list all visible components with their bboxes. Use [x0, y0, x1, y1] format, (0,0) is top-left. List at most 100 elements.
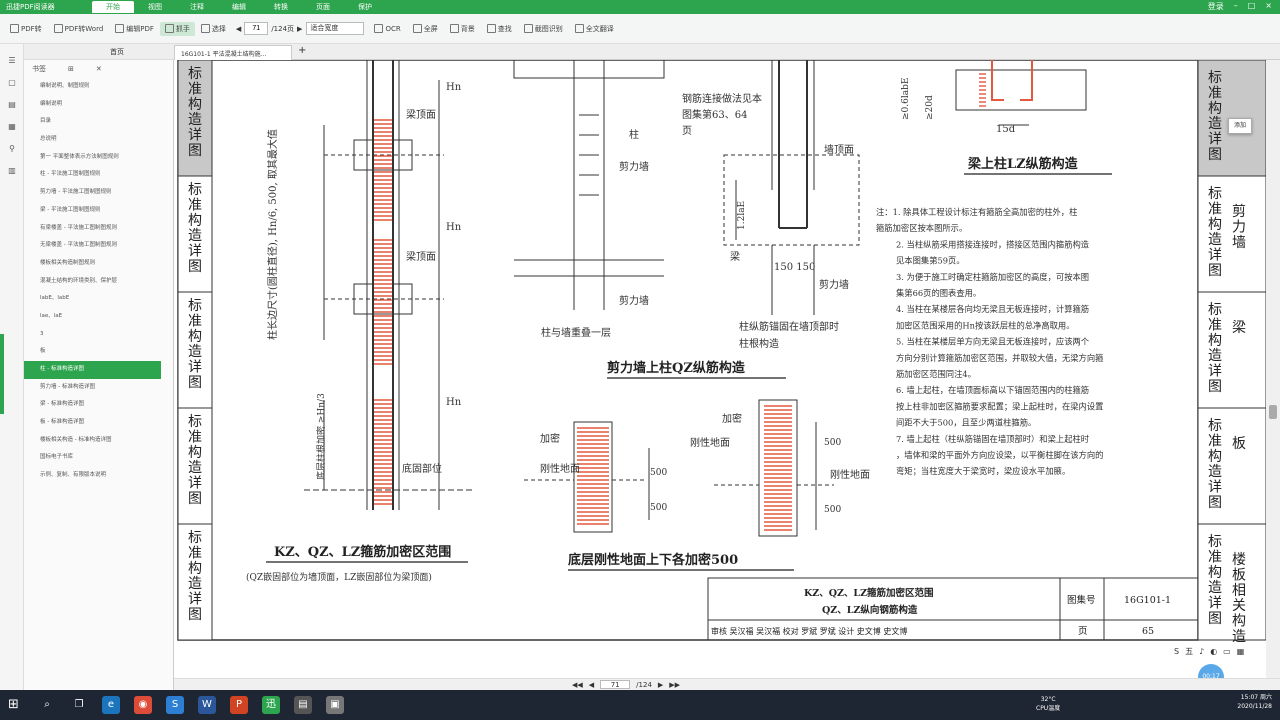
menu-0[interactable]: 开始 — [92, 1, 134, 13]
translate-button[interactable]: 全文翻译 — [569, 24, 620, 34]
pdf-viewer[interactable]: 标准构造详图标准构造详图标准构造详图标准构造详图标准构造详图 标准构造详图标准构… — [174, 60, 1266, 678]
float-popup[interactable]: 添加 — [1228, 118, 1252, 134]
bookmark-item[interactable]: 剪力墙 - 平法施工图制图规则 — [24, 184, 173, 202]
scroll-thumb[interactable] — [1269, 405, 1277, 419]
app-icon-4[interactable]: ▤ — [294, 696, 312, 714]
menu-1[interactable]: 视图 — [134, 1, 176, 13]
bookmark-item[interactable]: labE、labE — [24, 290, 173, 308]
pdf-button[interactable]: PDF转 — [4, 24, 48, 34]
login-button[interactable]: 登录 — [1208, 1, 1224, 12]
bookmark-item[interactable]: 第一 平面整体表示方法制图规则 — [24, 149, 173, 167]
ocr-button[interactable]: OCR — [368, 24, 406, 33]
app-icon[interactable]: S — [166, 696, 184, 714]
select-button[interactable]: 选择 — [195, 24, 232, 34]
app-icon-5[interactable]: ▣ — [326, 696, 344, 714]
browser-icon[interactable]: e — [102, 696, 120, 714]
document-tab[interactable]: 16G101-1 平法混凝土结构施... — [174, 45, 292, 60]
windows-start-icon[interactable]: ⊞ — [8, 698, 22, 712]
attachment-icon[interactable]: ▦ — [6, 122, 18, 132]
bookmark-item[interactable]: 总说明 — [24, 131, 173, 149]
float-tool-5[interactable]: ▦ — [1237, 647, 1245, 656]
bookmark-item[interactable]: 楼板相关构造 - 标准构造详图 — [24, 432, 173, 450]
expand-icon[interactable]: ⊞ — [68, 65, 74, 73]
note-line: 7. 墙上起柱（柱纵筋锚固在墙顶部时）和梁上起柱时 — [896, 434, 1089, 444]
menu-5[interactable]: 页面 — [302, 1, 344, 13]
bookmark-item[interactable]: 编制说明、制图规则 — [24, 78, 173, 96]
page-input[interactable] — [244, 22, 269, 35]
next-page-button[interactable]: ▶ — [658, 681, 663, 689]
float-tool-0[interactable]: S — [1174, 647, 1179, 656]
bookmark-item[interactable]: 梁 - 标准构造详图 — [24, 396, 173, 414]
left-tab-char: 构 — [188, 213, 202, 229]
bookmark-item[interactable]: 剪力墙 - 标准构造详图 — [24, 379, 173, 397]
home-tab-label[interactable]: 首页 — [110, 47, 124, 57]
bookmark-panel-header: 书签 ⊞ ✕ — [24, 60, 173, 78]
new-tab-button[interactable]: + — [298, 45, 306, 56]
fullscreen-button[interactable]: 全屏 — [407, 24, 444, 34]
background-button[interactable]: 背景 — [444, 24, 481, 34]
float-tool-2[interactable]: ♪ — [1199, 647, 1204, 656]
label-beam: 梁 — [730, 250, 740, 263]
minimize-button[interactable]: – — [1234, 1, 1238, 12]
bookmark-item[interactable]: 无梁楼盖 - 平法施工图制图规则 — [24, 237, 173, 255]
close-button[interactable]: × — [1265, 1, 1272, 12]
float-toolbar[interactable]: S 五 ♪ ◐ ▭ ▦ — [1170, 643, 1266, 659]
comment-icon[interactable]: ▤ — [6, 100, 18, 110]
close-panel-icon[interactable]: ✕ — [96, 65, 102, 73]
vertical-scrollbar[interactable] — [1266, 60, 1280, 678]
bookmark-icon[interactable]: ▢ — [6, 78, 18, 88]
bookmark-item[interactable]: 目录 — [24, 113, 173, 131]
task-view-icon[interactable]: ❐ — [70, 696, 88, 714]
left-tab-char: 准 — [188, 313, 202, 329]
menu-3[interactable]: 编辑 — [218, 1, 260, 13]
find-button[interactable]: 查找 — [481, 24, 518, 34]
bookmark-item[interactable]: 柱 - 平法施工图制图规则 — [24, 166, 173, 184]
screenshot-button[interactable]: 截图识别 — [518, 24, 569, 34]
hand-button[interactable]: 抓手 — [159, 21, 195, 36]
edit-pdf-button[interactable]: 编辑PDF — [109, 24, 160, 34]
menu-4[interactable]: 转换 — [260, 1, 302, 13]
left-tab-char: 详 — [188, 476, 202, 492]
menu-6[interactable]: 保护 — [344, 1, 386, 13]
layers-icon[interactable]: ▥ — [6, 166, 18, 176]
next-icon[interactable]: ▶ — [297, 25, 302, 33]
left-tab-char: 图 — [188, 607, 202, 623]
right-tab-char: 造 — [1208, 580, 1222, 596]
chrome-icon[interactable]: ◉ — [134, 696, 152, 714]
menu-2[interactable]: 注释 — [176, 1, 218, 13]
label-rigid3: 刚性地面 — [830, 468, 870, 481]
last-page-button[interactable]: ▶▶ — [669, 681, 680, 689]
select-icon — [200, 24, 210, 33]
bookmark-item[interactable]: 板 — [24, 343, 173, 361]
pdf-app-icon[interactable]: 迅 — [262, 696, 280, 714]
prev-page-button[interactable]: ◀ — [589, 681, 594, 689]
float-tool-3[interactable]: ◐ — [1210, 647, 1217, 656]
bookmark-item[interactable]: 有梁楼盖 - 平法施工图制图规则 — [24, 220, 173, 238]
bookmark-item[interactable]: 国标电子书库 — [24, 449, 173, 467]
app-icon-3[interactable]: P — [230, 696, 248, 714]
float-tool-1[interactable]: 五 — [1185, 646, 1193, 657]
bookmark-item[interactable]: 3 — [24, 326, 173, 344]
note-line: 筋加密区范围同注4。 — [896, 369, 976, 379]
search-panel-icon[interactable]: ⚲ — [6, 144, 18, 154]
bookmark-item[interactable]: 板 - 标准构造详图 — [24, 414, 173, 432]
bookmark-item[interactable]: lae、laE — [24, 308, 173, 326]
prev-icon[interactable]: ◀ — [236, 25, 241, 33]
bookmark-item[interactable]: 示例、复制、有限版本说明 — [24, 467, 173, 485]
menu-bar: 开始 视图 注释 编辑 转换 页面 保护 — [92, 1, 386, 13]
search-icon[interactable]: ⌕ — [38, 696, 56, 714]
bookmark-item[interactable]: 混凝土结构的环境类别、保护层 — [24, 273, 173, 291]
pdf-to-word-button[interactable]: PDF转Word — [48, 24, 110, 34]
first-page-button[interactable]: ◀◀ — [572, 681, 583, 689]
bookmark-item[interactable]: 梁 - 平法施工图制图规则 — [24, 202, 173, 220]
zoom-select[interactable]: 适合宽度 — [306, 22, 365, 35]
bookmark-item[interactable]: 编制说明 — [24, 96, 173, 114]
float-tool-4[interactable]: ▭ — [1223, 647, 1231, 656]
maximize-button[interactable]: □ — [1248, 1, 1256, 12]
bookmark-item[interactable]: 柱 - 标准构造详图 — [24, 361, 161, 379]
page-number-input[interactable]: 71 — [600, 680, 631, 689]
app-icon-2[interactable]: W — [198, 696, 216, 714]
pages-icon[interactable]: ☰ — [6, 56, 18, 66]
system-clock[interactable]: 15:07 周六 2020/11/28 — [1237, 693, 1272, 711]
bookmark-item[interactable]: 楼板相关构造制图规则 — [24, 255, 173, 273]
